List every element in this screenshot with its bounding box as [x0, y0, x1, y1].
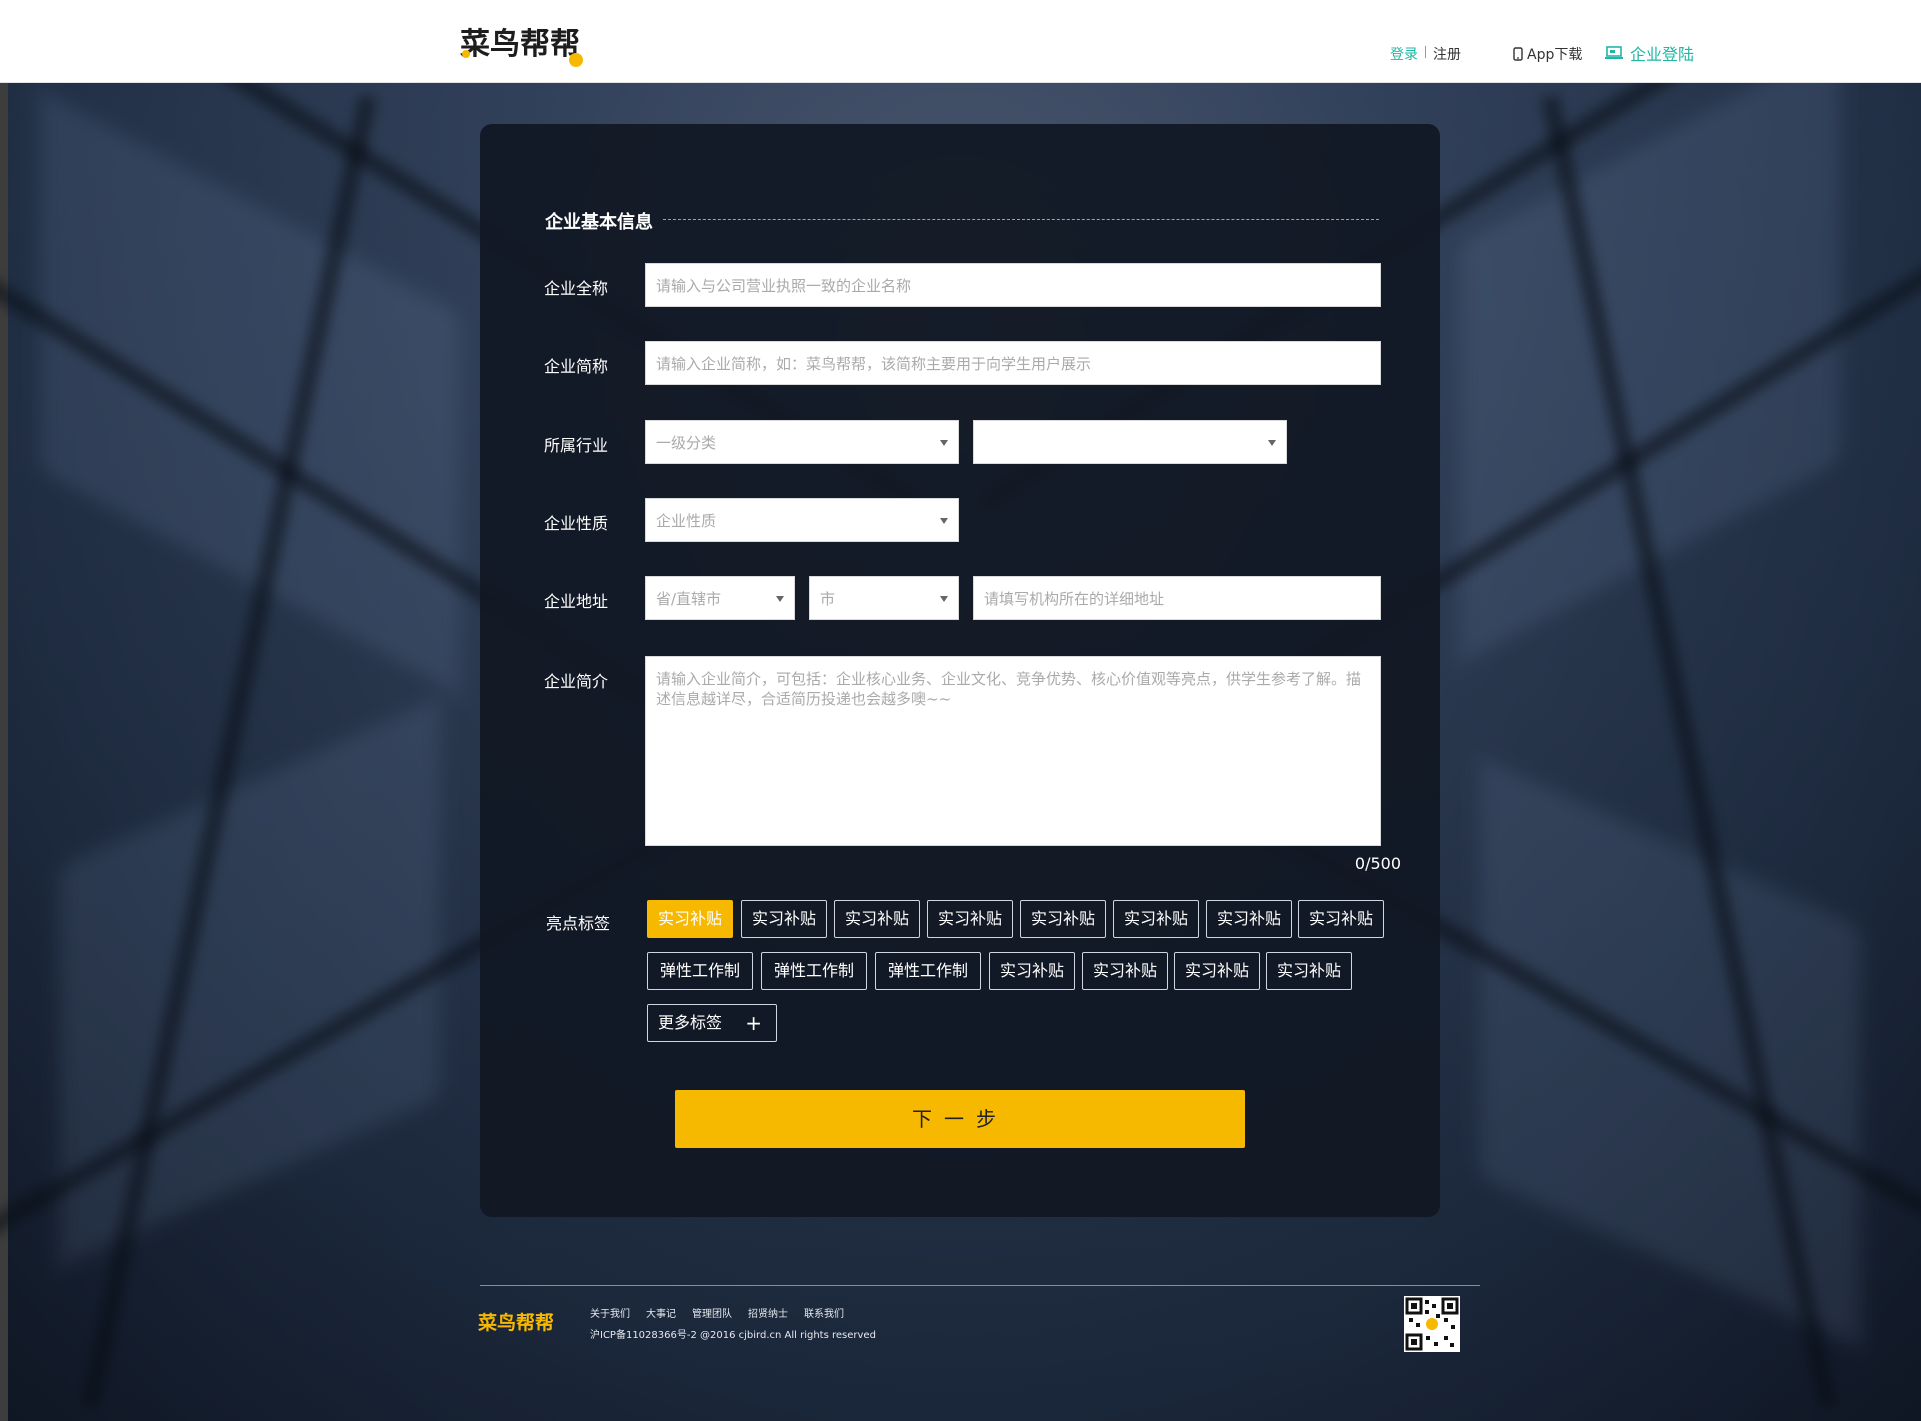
highlight-tag[interactable]: 实习补贴: [1113, 900, 1199, 938]
enterprise-login-link[interactable]: 企业登陆: [1604, 41, 1694, 65]
dropdown-arrow-icon: [940, 518, 948, 524]
plus-icon: +: [745, 1011, 762, 1035]
dropdown-arrow-icon: [776, 596, 784, 602]
highlight-tag[interactable]: 实习补贴: [1082, 952, 1168, 990]
short-name-input[interactable]: 请输入企业简称，如：菜鸟帮帮，该简称主要用于向学生用户展示: [645, 341, 1381, 385]
svg-text:菜鸟帮帮: 菜鸟帮帮: [460, 27, 580, 62]
short-name-label: 企业简称: [544, 357, 609, 376]
intro-textarea[interactable]: 请输入企业简介，可包括：企业核心业务、企业文化、竞争优势、核心价值观等亮点，供学…: [645, 656, 1381, 846]
highlight-tag[interactable]: 弹性工作制: [647, 952, 753, 990]
footer-copyright: 沪ICP备11028366号-2 @2016 cjbird.cn All rig…: [590, 1330, 876, 1341]
section-divider: [663, 219, 1379, 220]
svg-text:菜鸟帮帮: 菜鸟帮帮: [478, 1311, 554, 1334]
enterprise-login-label: 企业登陆: [1630, 45, 1695, 64]
address-label: 企业地址: [544, 592, 609, 611]
highlight-tag[interactable]: 实习补贴: [741, 900, 827, 938]
more-tags-button[interactable]: 更多标签 +: [647, 1004, 777, 1042]
highlight-tag[interactable]: 实习补贴: [927, 900, 1013, 938]
top-navbar: 菜鸟帮帮 登录 注册 App下载 企业登陆: [0, 0, 1921, 83]
industry-label: 所属行业: [544, 436, 609, 455]
highlight-tag[interactable]: 实习补贴: [1174, 952, 1260, 990]
full-name-label: 企业全称: [544, 279, 609, 298]
industry-primary-select[interactable]: 一级分类: [645, 420, 959, 464]
footer-links: 关于我们 大事记 管理团队 招贤纳士 联系我们: [590, 1305, 844, 1320]
dropdown-arrow-icon: [1268, 440, 1276, 446]
industry-secondary-select[interactable]: [973, 420, 1287, 464]
footer-link[interactable]: 管理团队: [692, 1305, 732, 1320]
intro-char-counter: 0/500: [1354, 854, 1401, 873]
province-value: 省/直辖市: [656, 590, 722, 608]
highlight-tag[interactable]: 弹性工作制: [761, 952, 867, 990]
phone-icon: [1513, 47, 1523, 61]
login-link[interactable]: 登录: [1390, 44, 1418, 64]
city-value: 市: [820, 590, 836, 608]
app-download-label: App下载: [1527, 47, 1583, 63]
highlights-label: 亮点标签: [546, 914, 611, 933]
enterprise-info-form: 企业基本信息 企业全称 请输入与公司营业执照一致的企业名称 企业简称 请输入企业…: [480, 124, 1440, 1217]
dropdown-arrow-icon: [940, 440, 948, 446]
address-detail-input[interactable]: 请填写机构所在的详细地址: [973, 576, 1381, 620]
city-select[interactable]: 市: [809, 576, 959, 620]
section-title: 企业基本信息: [545, 212, 653, 233]
highlight-tag[interactable]: 实习补贴: [834, 900, 920, 938]
province-select[interactable]: 省/直辖市: [645, 576, 795, 620]
highlight-tag[interactable]: 弹性工作制: [875, 952, 981, 990]
brand-logo[interactable]: 菜鸟帮帮: [458, 20, 592, 68]
highlight-tag[interactable]: 实习补贴: [989, 952, 1075, 990]
highlight-tag[interactable]: 实习补贴: [1298, 900, 1384, 938]
intro-label: 企业简介: [544, 672, 609, 691]
footer-link[interactable]: 联系我们: [804, 1305, 844, 1320]
nature-select[interactable]: 企业性质: [645, 498, 959, 542]
register-link[interactable]: 注册: [1433, 44, 1461, 64]
highlight-tag[interactable]: 实习补贴: [1206, 900, 1292, 938]
nature-label: 企业性质: [544, 514, 609, 533]
logo-icon: 菜鸟帮帮: [477, 1311, 554, 1334]
highlight-tag[interactable]: 实习补贴: [647, 900, 733, 938]
nature-value: 企业性质: [656, 512, 717, 530]
full-name-input[interactable]: 请输入与公司营业执照一致的企业名称: [645, 263, 1381, 307]
app-download-link[interactable]: App下载: [1513, 44, 1582, 64]
laptop-icon: [1605, 46, 1623, 59]
footer-logo[interactable]: 菜鸟帮帮: [477, 1306, 564, 1336]
nav-divider: [1425, 46, 1426, 58]
footer-divider: [480, 1285, 1480, 1286]
dropdown-arrow-icon: [940, 596, 948, 602]
footer-link[interactable]: 大事记: [646, 1305, 676, 1320]
highlight-tag[interactable]: 实习补贴: [1020, 900, 1106, 938]
industry-primary-value: 一级分类: [656, 434, 717, 452]
next-step-button[interactable]: 下一步: [675, 1090, 1245, 1148]
logo-icon: 菜鸟帮帮: [460, 27, 583, 67]
highlight-tag[interactable]: 实习补贴: [1266, 952, 1352, 990]
footer-link[interactable]: 招贤纳士: [748, 1305, 788, 1320]
footer-link[interactable]: 关于我们: [590, 1305, 630, 1320]
more-tags-label: 更多标签: [658, 1013, 723, 1032]
qr-code-icon: [1404, 1296, 1460, 1352]
